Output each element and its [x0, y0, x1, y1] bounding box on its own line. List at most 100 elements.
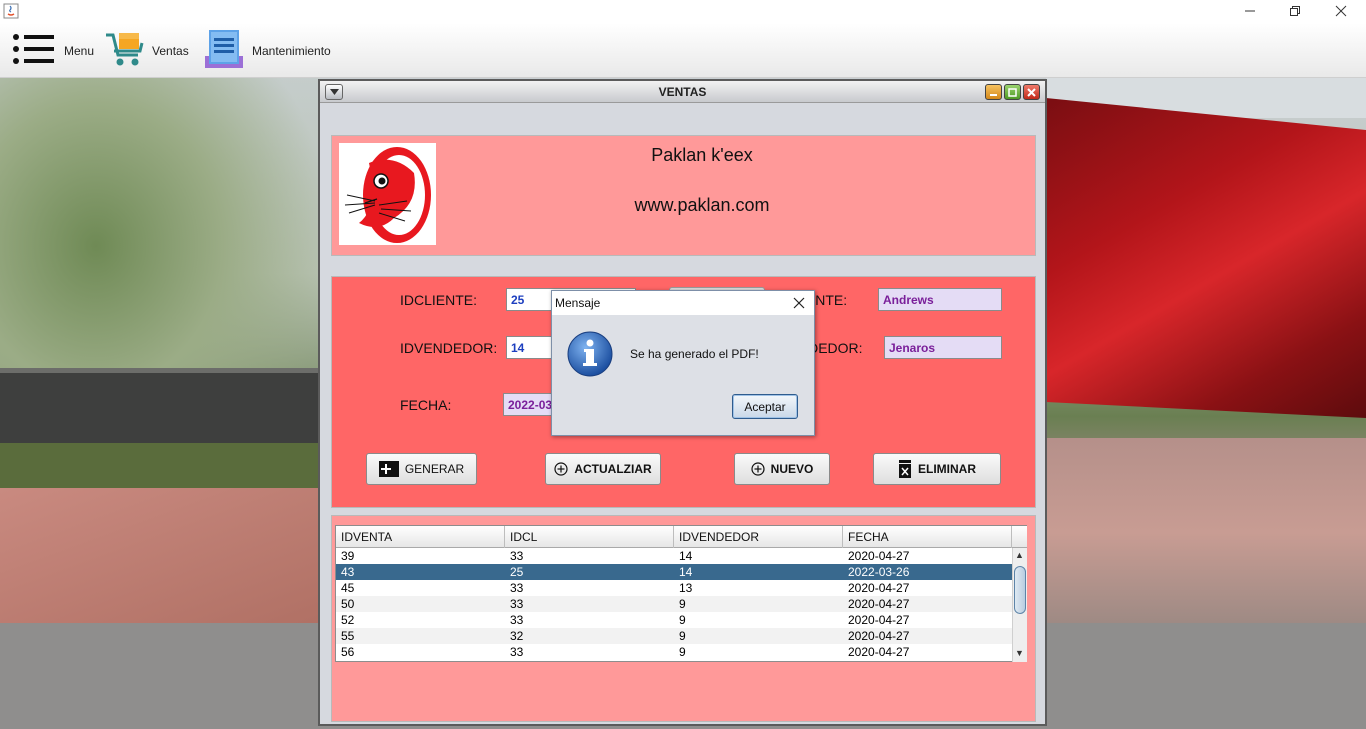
- close-button[interactable]: [1318, 1, 1364, 21]
- eliminar-label: ELIMINAR: [918, 462, 976, 476]
- menu-label: Menu: [64, 43, 95, 58]
- hamburger-icon: [12, 32, 56, 69]
- table-body: 39 33 14 2020-04-27 43 25 14 2022-03-26 …: [336, 548, 1012, 662]
- table-cell: 2020-04-27: [848, 581, 910, 595]
- dialog-titlebar: Mensaje: [552, 291, 814, 315]
- ventas-titlebar: VENTAS: [320, 81, 1045, 103]
- dialog-close-button[interactable]: [790, 294, 808, 312]
- header-panel: Paklan k'eex www.paklan.com: [331, 135, 1036, 256]
- scroll-thumb[interactable]: [1014, 566, 1026, 614]
- shopping-cart-icon: [104, 30, 144, 71]
- document-list-icon: [204, 28, 244, 73]
- table-cell: 2022-03-26: [848, 565, 910, 579]
- table-cell: 33: [510, 549, 524, 563]
- frame-maximize-button[interactable]: [1004, 84, 1021, 100]
- fecha-label: FECHA:: [400, 397, 452, 413]
- table-row[interactable]: 50 33 9 2020-04-27: [336, 596, 1012, 612]
- table-cell: 52: [341, 613, 355, 627]
- table-cell: 2020-04-27: [848, 549, 910, 563]
- minimize-button[interactable]: [1227, 1, 1273, 21]
- table-header: IDVENTA IDCL IDVENDEDOR FECHA: [336, 526, 1012, 548]
- table-cell: 9: [679, 597, 686, 611]
- trash-icon: [898, 460, 912, 478]
- table-cell: 56: [341, 645, 355, 659]
- scroll-up-arrow-icon[interactable]: ▲: [1015, 550, 1024, 560]
- generar-button[interactable]: GENERAR: [366, 453, 477, 485]
- window-title: VENTAS: [658, 85, 707, 99]
- bg-red-sculpture: [1046, 98, 1366, 418]
- menu-ventas[interactable]: Ventas: [104, 23, 189, 78]
- table-cell: 13: [679, 581, 693, 595]
- plus-circle-icon: [751, 462, 765, 476]
- table-cell: 9: [679, 645, 686, 659]
- idcliente-label: IDCLIENTE:: [400, 292, 478, 308]
- table-cell: 25: [510, 565, 524, 579]
- actualizar-label: ACTUALZIAR: [574, 462, 652, 476]
- restore-button[interactable]: [1272, 1, 1318, 21]
- table-vertical-scrollbar[interactable]: ▲ ▼: [1012, 548, 1027, 662]
- table-cell: 33: [510, 613, 524, 627]
- table-cell: 14: [679, 565, 693, 579]
- nuevo-label: NUEVO: [770, 462, 814, 476]
- menu-menu[interactable]: Menu: [12, 23, 94, 78]
- frame-minimize-button[interactable]: [985, 84, 1002, 100]
- table-cell: 14: [679, 549, 693, 563]
- column-header[interactable]: IDCL: [505, 526, 674, 548]
- menubar: Menu Ventas Mantenimiento: [0, 23, 1366, 78]
- table-row-selected[interactable]: 43 25 14 2022-03-26: [336, 564, 1012, 580]
- mantenimiento-label: Mantenimiento: [252, 43, 331, 58]
- column-header[interactable]: FECHA: [843, 526, 1012, 548]
- table-cell: 2020-04-27: [848, 613, 910, 627]
- table-row[interactable]: 55 32 9 2020-04-27: [336, 628, 1012, 644]
- paklan-logo: [339, 143, 436, 245]
- table-cell: 2020-04-27: [848, 645, 910, 659]
- ventas-label: Ventas: [152, 43, 189, 58]
- table-cell: 2020-04-27: [848, 629, 910, 643]
- table-cell: 43: [341, 565, 355, 579]
- table-row[interactable]: 56 33 9 2020-04-27: [336, 644, 1012, 660]
- actualizar-button[interactable]: ACTUALZIAR: [545, 453, 661, 485]
- plus-circle-icon: [554, 462, 568, 476]
- message-dialog: Mensaje Se ha generado el PDF! Aceptar: [551, 290, 815, 436]
- scroll-down-arrow-icon[interactable]: ▼: [1015, 648, 1024, 658]
- table-row[interactable]: 45 33 13 2020-04-27: [336, 580, 1012, 596]
- table-row[interactable]: 52 33 9 2020-04-27: [336, 612, 1012, 628]
- os-titlebar: [0, 0, 1366, 23]
- generar-label: GENERAR: [404, 462, 465, 476]
- frame-close-button[interactable]: [1023, 84, 1040, 100]
- table-cell: 2020-04-27: [848, 597, 910, 611]
- aceptar-button[interactable]: Aceptar: [732, 394, 798, 419]
- table-cell: 9: [679, 629, 686, 643]
- menu-mantenimiento[interactable]: Mantenimiento: [204, 23, 331, 78]
- header-corner: [1012, 526, 1027, 548]
- cliente-field[interactable]: Andrews: [878, 288, 1002, 311]
- vendedor-field[interactable]: Jenaros: [884, 336, 1002, 359]
- table-cell: 45: [341, 581, 355, 595]
- table-cell: 39: [341, 549, 355, 563]
- bg-brick-right: [1046, 438, 1366, 628]
- java-icon: [3, 3, 19, 19]
- table-cell: 32: [510, 629, 524, 643]
- brand-name: Paklan k'eex: [651, 145, 753, 165]
- info-icon: [567, 331, 613, 377]
- brand-url: www.paklan.com: [634, 195, 770, 215]
- eliminar-button[interactable]: ELIMINAR: [873, 453, 1001, 485]
- ventas-table[interactable]: IDVENTA IDCL IDVENDEDOR FECHA 39 33 14 2…: [335, 525, 1027, 662]
- table-panel: IDVENTA IDCL IDVENDEDOR FECHA 39 33 14 2…: [331, 515, 1036, 722]
- dialog-message: Se ha generado el PDF!: [630, 347, 759, 361]
- table-cell: 9: [679, 613, 686, 627]
- dialog-title: Mensaje: [555, 296, 601, 310]
- bg-hedge: [0, 443, 320, 493]
- table-cell: 33: [510, 581, 524, 595]
- table-cell: 33: [510, 597, 524, 611]
- table-cell: 50: [341, 597, 355, 611]
- table-cell: 55: [341, 629, 355, 643]
- nuevo-button[interactable]: NUEVO: [734, 453, 830, 485]
- bg-brick-left: [0, 488, 320, 628]
- table-row[interactable]: 39 33 14 2020-04-27: [336, 548, 1012, 564]
- table-cell: 33: [510, 645, 524, 659]
- column-header[interactable]: IDVENDEDOR: [674, 526, 843, 548]
- idvendedor-label: IDVENDEDOR:: [400, 340, 498, 356]
- column-header[interactable]: IDVENTA: [336, 526, 505, 548]
- add-box-icon: [378, 461, 399, 477]
